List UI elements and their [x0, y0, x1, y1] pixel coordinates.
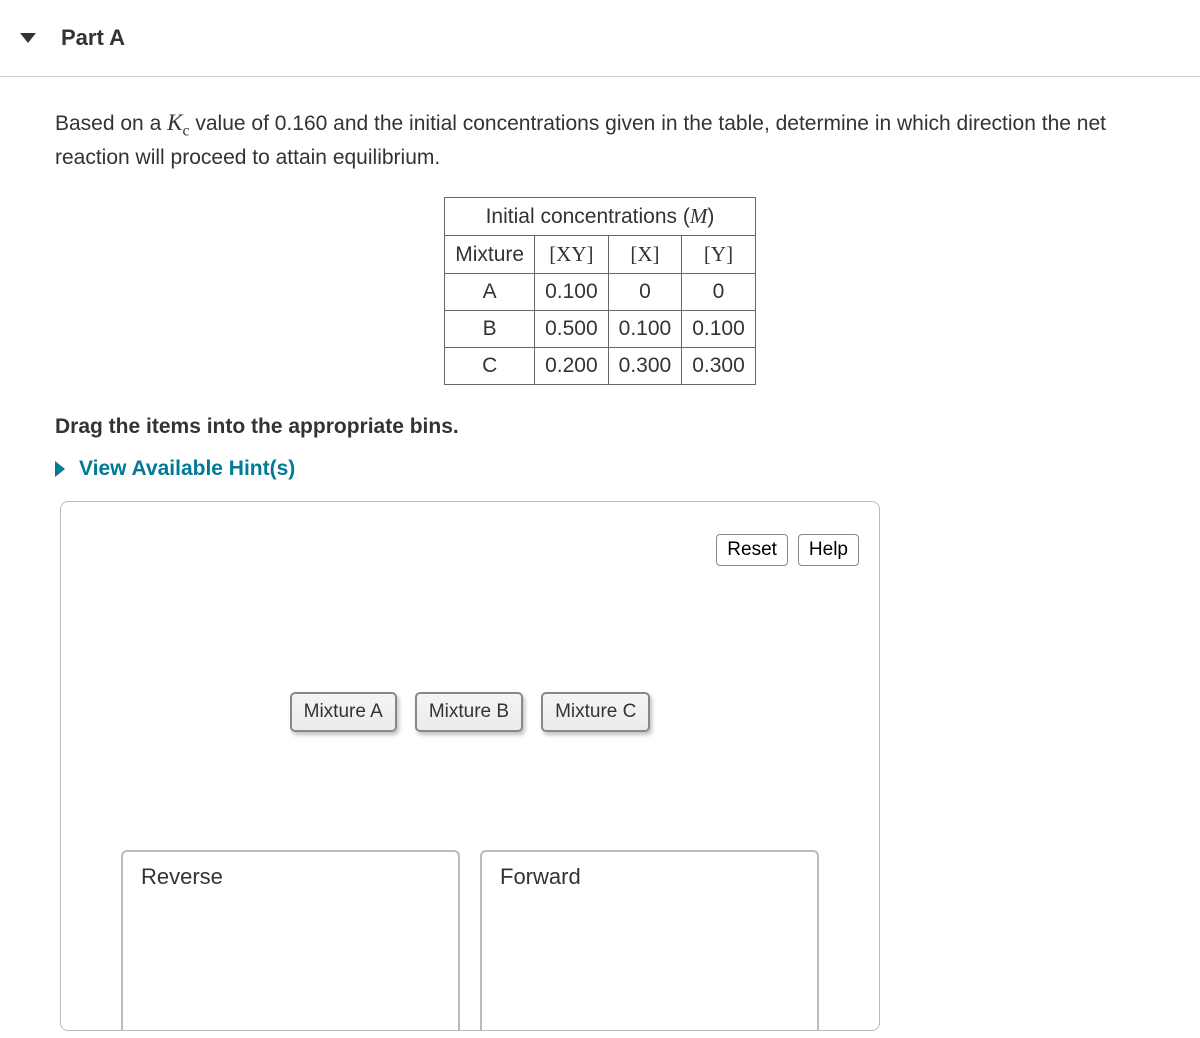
row-y: 0.100 — [682, 311, 756, 348]
kc-letter: K — [167, 110, 182, 135]
header-mixture: Mixture — [445, 236, 535, 274]
table-title-prefix: Initial concentrations ( — [486, 205, 690, 228]
question-prompt: Based on a Kc value of 0.160 and the ini… — [55, 107, 1145, 172]
row-x: 0.300 — [608, 348, 682, 385]
row-xy: 0.500 — [535, 311, 609, 348]
header-xy-text: [XY] — [549, 242, 593, 266]
hints-label: View Available Hint(s) — [79, 457, 295, 481]
table-row: A 0.100 0 0 — [445, 274, 756, 311]
header-x: [X] — [608, 236, 682, 274]
concentration-table: Initial concentrations (M) Mixture [XY] … — [444, 197, 756, 385]
prompt-middle: value of 0.160 and the initial concentra… — [55, 112, 1106, 169]
drag-instruction: Drag the items into the appropriate bins… — [55, 415, 1145, 439]
table-title: Initial concentrations (M) — [445, 198, 756, 236]
kc-subscript: c — [182, 123, 189, 140]
part-header[interactable]: Part A — [0, 0, 1200, 77]
caret-down-icon — [20, 33, 36, 43]
chip-mixture-b[interactable]: Mixture B — [415, 692, 523, 732]
row-y: 0.300 — [682, 348, 756, 385]
drop-bins: Reverse Forward — [61, 850, 879, 1030]
help-button[interactable]: Help — [798, 534, 859, 566]
table-container: Initial concentrations (M) Mixture [XY] … — [55, 197, 1145, 385]
chip-mixture-c[interactable]: Mixture C — [541, 692, 650, 732]
kc-symbol: Kc — [167, 110, 189, 135]
drag-drop-area: Reset Help Mixture A Mixture B Mixture C… — [60, 501, 880, 1031]
table-header-row: Mixture [XY] [X] [Y] — [445, 236, 756, 274]
table-title-suffix: ) — [707, 205, 714, 228]
header-xy: [XY] — [535, 236, 609, 274]
action-buttons: Reset Help — [716, 534, 859, 566]
bin-label: Reverse — [141, 864, 223, 889]
row-xy: 0.200 — [535, 348, 609, 385]
row-label: C — [445, 348, 535, 385]
bin-forward[interactable]: Forward — [480, 850, 819, 1030]
draggable-items: Mixture A Mixture B Mixture C — [61, 692, 879, 732]
prompt-prefix: Based on a — [55, 112, 167, 135]
row-xy: 0.100 — [535, 274, 609, 311]
bin-reverse[interactable]: Reverse — [121, 850, 460, 1030]
header-y: [Y] — [682, 236, 756, 274]
chip-mixture-a[interactable]: Mixture A — [290, 692, 397, 732]
table-row: C 0.200 0.300 0.300 — [445, 348, 756, 385]
header-x-text: [X] — [630, 242, 659, 266]
row-x: 0.100 — [608, 311, 682, 348]
content-area: Based on a Kc value of 0.160 and the ini… — [0, 77, 1200, 1031]
table-row: B 0.500 0.100 0.100 — [445, 311, 756, 348]
row-y: 0 — [682, 274, 756, 311]
bin-label: Forward — [500, 864, 581, 889]
view-hints-toggle[interactable]: View Available Hint(s) — [55, 457, 1145, 481]
row-x: 0 — [608, 274, 682, 311]
reset-button[interactable]: Reset — [716, 534, 788, 566]
header-y-text: [Y] — [704, 242, 733, 266]
caret-right-icon — [55, 461, 65, 477]
part-title: Part A — [61, 25, 125, 51]
table-title-unit: M — [690, 204, 708, 228]
row-label: B — [445, 311, 535, 348]
row-label: A — [445, 274, 535, 311]
